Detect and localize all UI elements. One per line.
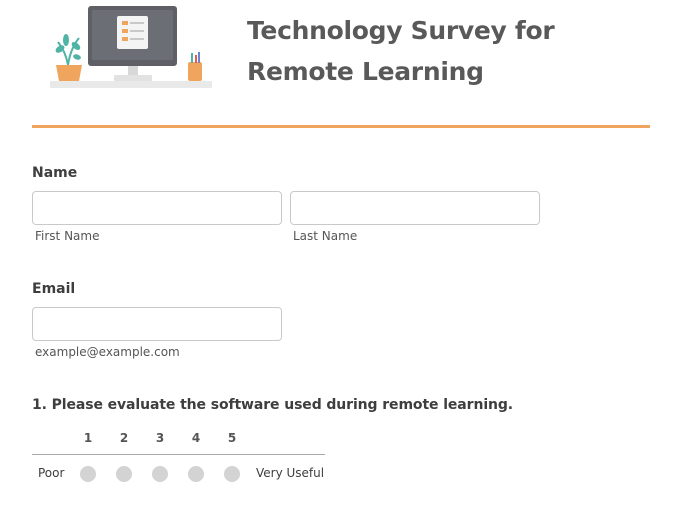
scale-radio-3[interactable] [152, 466, 168, 482]
first-name-input[interactable] [32, 191, 282, 225]
scale-radio-2[interactable] [116, 466, 132, 482]
scale-low-label: Poor [38, 466, 65, 480]
scale-number-2: 2 [119, 431, 129, 445]
last-name-sublabel: Last Name [293, 229, 358, 243]
first-name-sublabel: First Name [35, 229, 100, 243]
scale-number-4: 4 [191, 431, 201, 445]
scale-number-5: 5 [227, 431, 237, 445]
scale-high-label: Very Useful [256, 466, 325, 480]
name-label: Name [32, 165, 78, 181]
scale-radio-4[interactable] [188, 466, 204, 482]
email-sublabel: example@example.com [35, 345, 180, 359]
form-title: Technology Survey for Remote Learning [247, 16, 555, 86]
computer-desk-illustration [50, 6, 212, 88]
last-name-input[interactable] [290, 191, 540, 225]
email-input[interactable] [32, 307, 282, 341]
scale-divider [32, 454, 325, 455]
scale-number-3: 3 [155, 431, 165, 445]
header-divider [32, 125, 650, 128]
scale-radio-1[interactable] [80, 466, 96, 482]
scale-radio-5[interactable] [224, 466, 240, 482]
question-1-label: 1. Please evaluate the software used dur… [32, 397, 514, 413]
form-page: Technology Survey for Remote Learning Na… [0, 0, 682, 523]
scale-number-1: 1 [83, 431, 93, 445]
email-label: Email [32, 281, 76, 297]
